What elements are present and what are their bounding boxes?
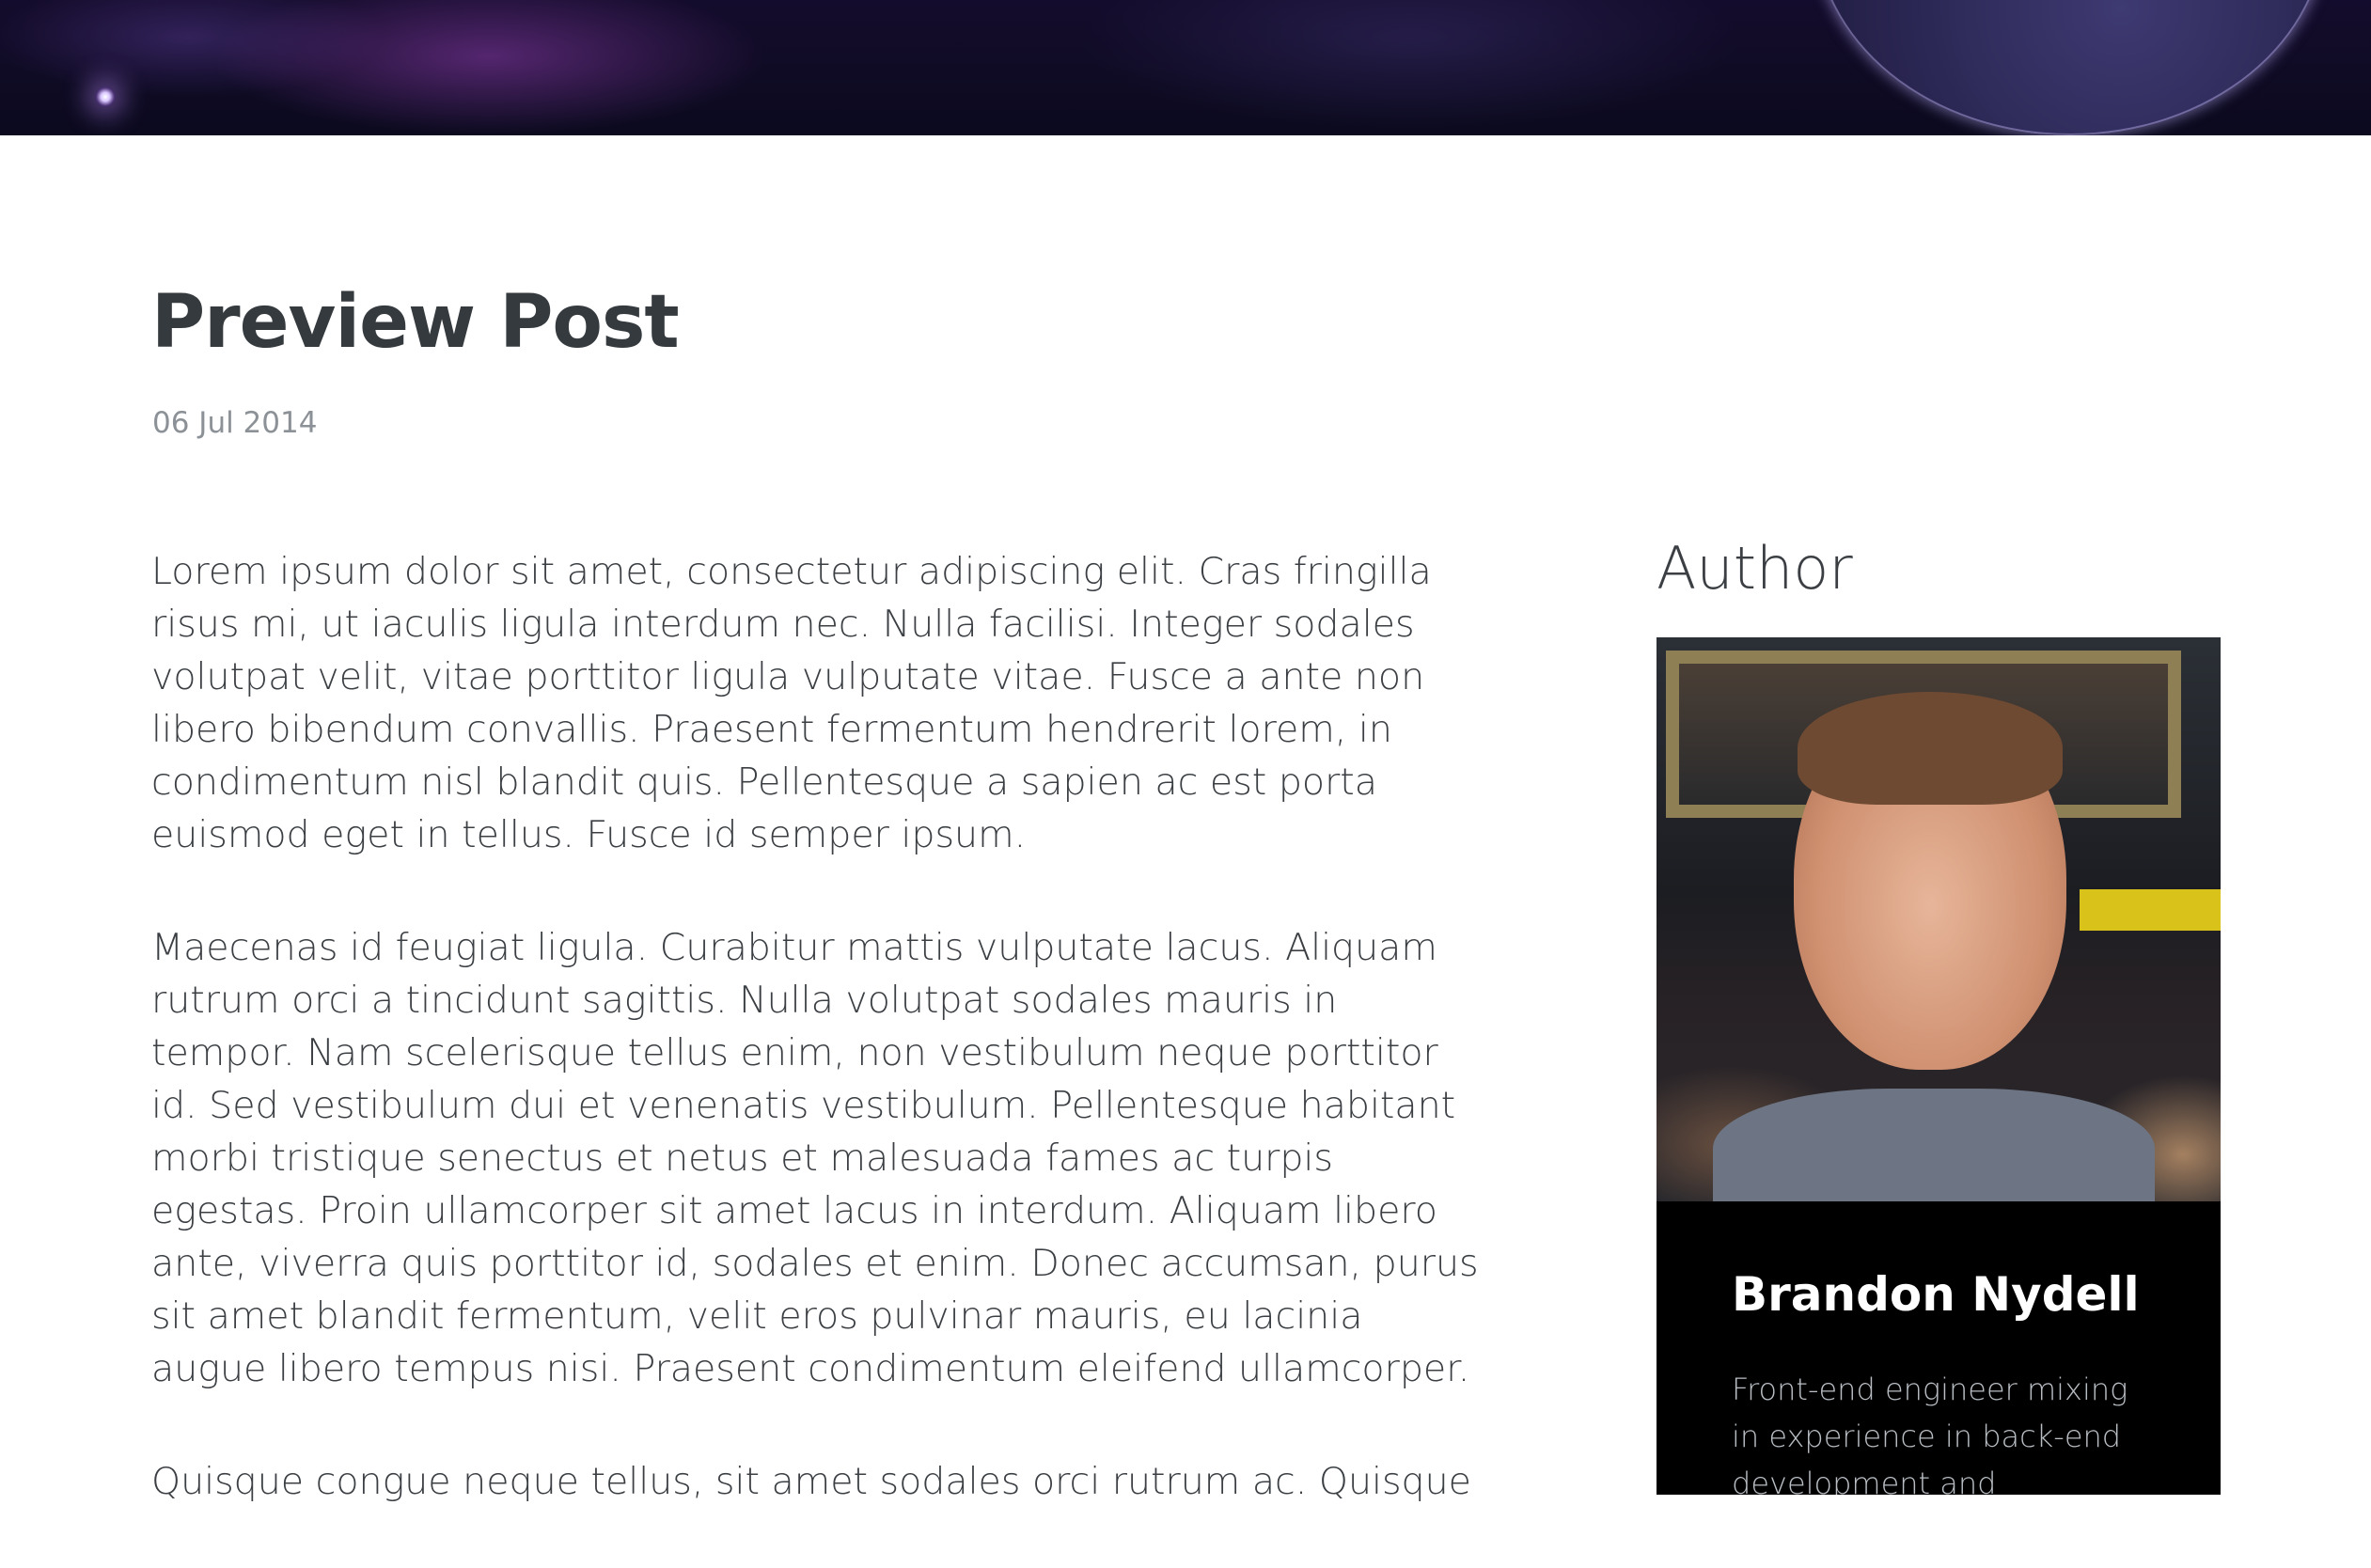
planet-decoration xyxy=(1814,0,2326,135)
author-name: Brandon Nydell xyxy=(1732,1267,2140,1322)
post-content: Lorem ipsum dolor sit amet, consectetur … xyxy=(151,545,1486,1568)
post-paragraph: Lorem ipsum dolor sit amet, consectetur … xyxy=(151,550,1432,856)
author-card: Brandon Nydell Front-end engineer mixing… xyxy=(1657,1201,2221,1495)
post-title: Preview Post xyxy=(151,280,680,365)
background-banner xyxy=(2080,889,2221,931)
author-hair xyxy=(1798,692,2063,805)
post-paragraph: Maecenas id feugiat ligula. Curabitur ma… xyxy=(151,926,1479,1390)
star-decoration xyxy=(95,86,116,107)
author-bio: Front-end engineer mixing in experience … xyxy=(1732,1372,2128,1495)
author-shirt xyxy=(1713,1089,2155,1201)
header-hero-banner xyxy=(0,0,2371,135)
author-heading: Author xyxy=(1657,534,1853,603)
author-photo xyxy=(1657,637,2221,1201)
post-date: 06 Jul 2014 xyxy=(152,406,318,440)
post-paragraph: Quisque congue neque tellus, sit amet so… xyxy=(151,1460,1471,1503)
